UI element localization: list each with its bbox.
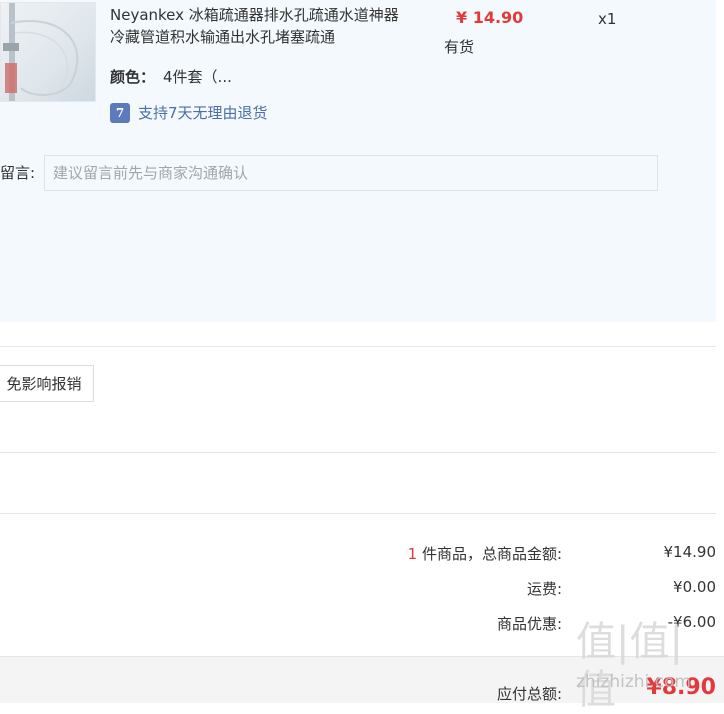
payable-total-bar: 应付总额: ¥8.90 <box>0 656 724 703</box>
section-divider <box>0 452 716 453</box>
section-divider <box>0 346 716 347</box>
order-item-panel: Neyankex 冰箱疏通器排水孔疏通水道神器冷藏管道积水输通出水孔堵塞疏通 颜… <box>0 0 716 322</box>
seven-day-return-icon: 7 <box>110 102 130 123</box>
stock-status: 有货 <box>444 38 475 56</box>
shipping-value: ¥0.00 <box>673 578 716 596</box>
product-title[interactable]: Neyankex 冰箱疏通器排水孔疏通水道神器冷藏管道积水输通出水孔堵塞疏通 <box>110 4 410 48</box>
items-total-label: 1 件商品，总商品金额: <box>408 543 562 564</box>
shipping-label: 运费: <box>526 580 562 598</box>
section-divider <box>0 513 716 514</box>
product-price: ¥ 14.90 <box>456 8 524 27</box>
product-image-icon <box>3 3 79 101</box>
return-policy-label: 支持7天无理由退货 <box>138 104 268 122</box>
return-policy[interactable]: 7 支持7天无理由退货 <box>110 102 268 123</box>
product-color: 颜色： 4件套（... <box>110 66 232 87</box>
item-count: 1 <box>407 545 418 563</box>
discount-value: -¥6.00 <box>667 613 716 631</box>
note-label: 留言: <box>0 164 36 182</box>
color-label: 颜色： <box>110 68 156 86</box>
items-total-value: ¥14.90 <box>663 543 717 561</box>
color-value: 4件套（... <box>163 68 232 86</box>
product-thumbnail[interactable] <box>0 2 96 102</box>
payable-value: ¥8.90 <box>646 675 716 700</box>
discount-label: 商品优惠: <box>496 615 562 633</box>
payable-label: 应付总额: <box>496 685 562 703</box>
invoice-option-button[interactable]: 免影响报销 <box>0 365 94 402</box>
product-quantity: x1 <box>598 10 617 28</box>
note-input[interactable] <box>44 155 658 191</box>
items-total-text: 件商品，总商品金额: <box>417 545 562 563</box>
